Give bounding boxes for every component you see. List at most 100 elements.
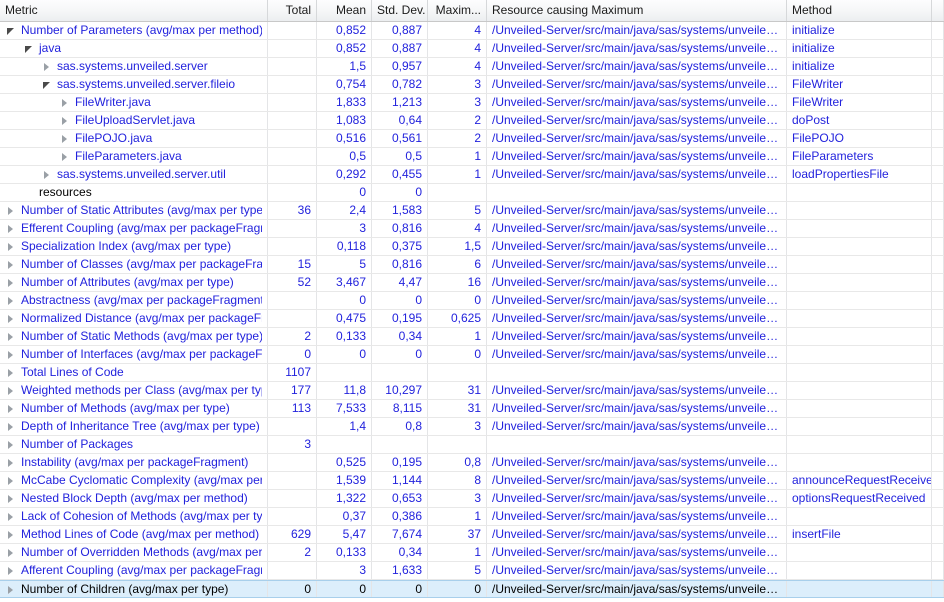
cell-metric[interactable]: Weighted methods per Class (avg/max per … [0,382,268,399]
cell-metric[interactable]: Nested Block Depth (avg/max per method) [0,490,268,507]
cell-metric[interactable]: sas.systems.unveiled.server.util [0,166,268,183]
table-row[interactable]: FileUploadServlet.java 1,083 0,64 2/Unveile… [0,112,944,130]
tree-expand-arrow-open-icon[interactable] [41,76,54,93]
tree-expand-arrow-closed-icon[interactable] [5,400,18,417]
column-header-std-dev[interactable]: Std. Dev. [372,0,428,21]
table-row[interactable]: Number of Children (avg/max per type) 0 0 0… [0,580,944,598]
table-row[interactable]: Total Lines of Code 1107 [0,364,944,382]
table-row[interactable]: Number of Attributes (avg/max per type) 5… [0,274,944,292]
cell-metric[interactable]: Number of Parameters (avg/max per method… [0,22,268,39]
tree-expand-arrow-open-icon[interactable] [23,40,36,57]
cell-metric[interactable]: FileUploadServlet.java [0,112,268,129]
column-header-resource[interactable]: Resource causing Maximum [487,0,787,21]
tree-expand-arrow-closed-icon[interactable] [5,238,18,255]
tree-expand-arrow-closed-icon[interactable] [5,436,18,453]
tree-expand-arrow-closed-icon[interactable] [5,220,18,237]
tree-expand-arrow-closed-icon[interactable] [5,202,18,219]
table-row[interactable]: Method Lines of Code (avg/max per method… [0,526,944,544]
tree-expand-arrow-closed-icon[interactable] [59,130,72,147]
cell-metric[interactable]: sas.systems.unveiled.server.fileio [0,76,268,93]
table-row[interactable]: sas.systems.unveiled.server 1,5 0,957 4/Unv… [0,58,944,76]
tree-expand-arrow-open-icon[interactable] [5,22,18,39]
table-row[interactable]: Abstractness (avg/max per packageFragmen… [0,292,944,310]
cell-metric[interactable]: Lack of Cohesion of Methods (avg/max per… [0,508,268,525]
cell-metric[interactable]: Instability (avg/max per packageFragment… [0,454,268,471]
cell-metric[interactable]: Number of Static Attributes (avg/max per… [0,202,268,219]
cell-metric[interactable]: Number of Overridden Methods (avg/max pe… [0,544,268,561]
metrics-tree-table[interactable]: Metric Total Mean Std. Dev. Maxim... Res… [0,0,944,602]
cell-metric[interactable]: resources [0,184,268,201]
table-row[interactable]: Number of Static Methods (avg/max per ty… [0,328,944,346]
table-row[interactable]: FileWriter.java 1,833 1,213 3/Unveiled-Serv… [0,94,944,112]
tree-expand-arrow-closed-icon[interactable] [5,418,18,435]
column-header-total[interactable]: Total [268,0,317,21]
table-row[interactable]: java 0,852 0,887 4/Unveiled-Server/src/main… [0,40,944,58]
tree-expand-arrow-closed-icon[interactable] [5,490,18,507]
cell-metric[interactable]: Number of Classes (avg/max per packageFr… [0,256,268,273]
tree-expand-arrow-closed-icon[interactable] [5,256,18,273]
tree-expand-arrow-closed-icon[interactable] [5,274,18,291]
tree-expand-arrow-closed-icon[interactable] [5,364,18,381]
table-header-row[interactable]: Metric Total Mean Std. Dev. Maxim... Res… [0,0,944,22]
table-row[interactable]: McCabe Cyclomatic Complexity (avg/max pe… [0,472,944,490]
cell-metric[interactable]: FilePOJO.java [0,130,268,147]
table-row[interactable]: FileParameters.java 0,5 0,5 1/Unveiled-Serv… [0,148,944,166]
tree-expand-arrow-closed-icon[interactable] [59,148,72,165]
cell-metric[interactable]: sas.systems.unveiled.server [0,58,268,75]
table-row[interactable]: Normalized Distance (avg/max per package… [0,310,944,328]
table-row[interactable]: Number of Overridden Methods (avg/max pe… [0,544,944,562]
tree-expand-arrow-closed-icon[interactable] [5,346,18,363]
tree-expand-arrow-closed-icon[interactable] [5,382,18,399]
table-body[interactable]: Number of Parameters (avg/max per method… [0,22,944,598]
table-row[interactable]: Efferent Coupling (avg/max per packageFr… [0,220,944,238]
cell-metric[interactable]: FileWriter.java [0,94,268,111]
column-header-mean[interactable]: Mean [317,0,372,21]
cell-metric[interactable]: Specialization Index (avg/max per type) [0,238,268,255]
tree-expand-arrow-closed-icon[interactable] [5,292,18,309]
table-row[interactable]: Nested Block Depth (avg/max per method) 1… [0,490,944,508]
table-row[interactable]: Specialization Index (avg/max per type) 0… [0,238,944,256]
column-header-metric[interactable]: Metric [0,0,268,21]
table-row[interactable]: Lack of Cohesion of Methods (avg/max per… [0,508,944,526]
table-row[interactable]: Number of Classes (avg/max per packageFr… [0,256,944,274]
table-row[interactable]: FilePOJO.java 0,516 0,561 2/Unveiled-Server… [0,130,944,148]
cell-metric[interactable]: Afferent Coupling (avg/max per packageFr… [0,562,268,579]
cell-metric[interactable]: FileParameters.java [0,148,268,165]
cell-metric[interactable]: Efferent Coupling (avg/max per packageFr… [0,220,268,237]
table-row[interactable]: Number of Static Attributes (avg/max per… [0,202,944,220]
tree-expand-arrow-closed-icon[interactable] [59,112,72,129]
cell-metric[interactable]: Total Lines of Code [0,364,268,381]
tree-expand-arrow-closed-icon[interactable] [5,454,18,471]
tree-expand-arrow-closed-icon[interactable] [5,562,18,579]
column-header-maximum[interactable]: Maxim... [428,0,487,21]
table-row[interactable]: resources 0 0 [0,184,944,202]
cell-metric[interactable]: Number of Static Methods (avg/max per ty… [0,328,268,345]
cell-metric[interactable]: Number of Interfaces (avg/max per packag… [0,346,268,363]
cell-metric[interactable]: Abstractness (avg/max per packageFragmen… [0,292,268,309]
cell-metric[interactable]: java [0,40,268,57]
table-row[interactable]: Weighted methods per Class (avg/max per … [0,382,944,400]
table-row[interactable]: Number of Parameters (avg/max per method… [0,22,944,40]
tree-expand-arrow-closed-icon[interactable] [41,58,54,75]
tree-expand-arrow-closed-icon[interactable] [5,310,18,327]
cell-metric[interactable]: McCabe Cyclomatic Complexity (avg/max pe… [0,472,268,489]
cell-metric[interactable]: Method Lines of Code (avg/max per method… [0,526,268,543]
table-row[interactable]: Number of Interfaces (avg/max per packag… [0,346,944,364]
tree-expand-arrow-closed-icon[interactable] [5,526,18,543]
table-row[interactable]: Afferent Coupling (avg/max per packageFr… [0,562,944,580]
tree-expand-arrow-closed-icon[interactable] [5,328,18,345]
cell-metric[interactable]: Normalized Distance (avg/max per package… [0,310,268,327]
cell-metric[interactable]: Number of Methods (avg/max per type) [0,400,268,417]
table-row[interactable]: sas.systems.unveiled.server.util 0,292 0,4… [0,166,944,184]
table-row[interactable]: Number of Methods (avg/max per type) 113 7… [0,400,944,418]
table-row[interactable]: Depth of Inheritance Tree (avg/max per t… [0,418,944,436]
tree-expand-arrow-closed-icon[interactable] [5,472,18,489]
tree-expand-arrow-closed-icon[interactable] [5,544,18,561]
cell-metric[interactable]: Number of Packages [0,436,268,453]
table-row[interactable]: Instability (avg/max per packageFragment… [0,454,944,472]
tree-expand-arrow-closed-icon[interactable] [5,508,18,525]
tree-expand-arrow-closed-icon[interactable] [5,581,18,597]
cell-metric[interactable]: Number of Children (avg/max per type) [0,581,268,597]
table-row[interactable]: sas.systems.unveiled.server.fileio 0,754 0… [0,76,944,94]
tree-expand-arrow-closed-icon[interactable] [59,94,72,111]
